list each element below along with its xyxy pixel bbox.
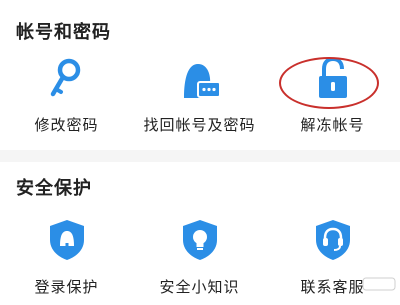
unfreeze-account-label: 解冻帐号	[300, 116, 365, 134]
account-section-title: 帐号和密码	[16, 22, 111, 43]
login-protect-shield-icon	[39, 218, 95, 262]
account-security-page: 帐号和密码 修改密码 找回帐号及密码 解冻帐号 安全保护 登录保护 安全小知识 …	[0, 0, 400, 305]
recover-account-label: 找回帐号及密码	[143, 116, 256, 134]
recover-account-option[interactable]: 找回帐号及密码	[133, 58, 266, 135]
watermark-logo-icon	[362, 277, 396, 291]
account-password-card: 帐号和密码 修改密码 找回帐号及密码 解冻帐号	[0, 0, 400, 150]
security-options-grid: 登录保护 安全小知识 联系客服	[0, 218, 400, 297]
security-tips-option[interactable]: 安全小知识	[133, 218, 266, 297]
tips-bulb-shield-icon	[172, 218, 228, 262]
login-protection-option[interactable]: 登录保护	[0, 218, 133, 297]
change-password-option[interactable]: 修改密码	[0, 58, 133, 135]
highlight-circle-annotation	[279, 57, 379, 109]
user-recovery-icon	[172, 58, 228, 102]
customer-service-shield-icon	[305, 218, 361, 262]
key-icon	[39, 58, 95, 102]
contact-support-label: 联系客服	[300, 278, 365, 296]
security-section-title: 安全保护	[16, 178, 92, 199]
login-protection-label: 登录保护	[34, 278, 99, 296]
security-protection-card: 安全保护 登录保护 安全小知识 联系客服	[0, 162, 400, 305]
change-password-label: 修改密码	[34, 116, 99, 134]
security-tips-label: 安全小知识	[159, 278, 240, 296]
